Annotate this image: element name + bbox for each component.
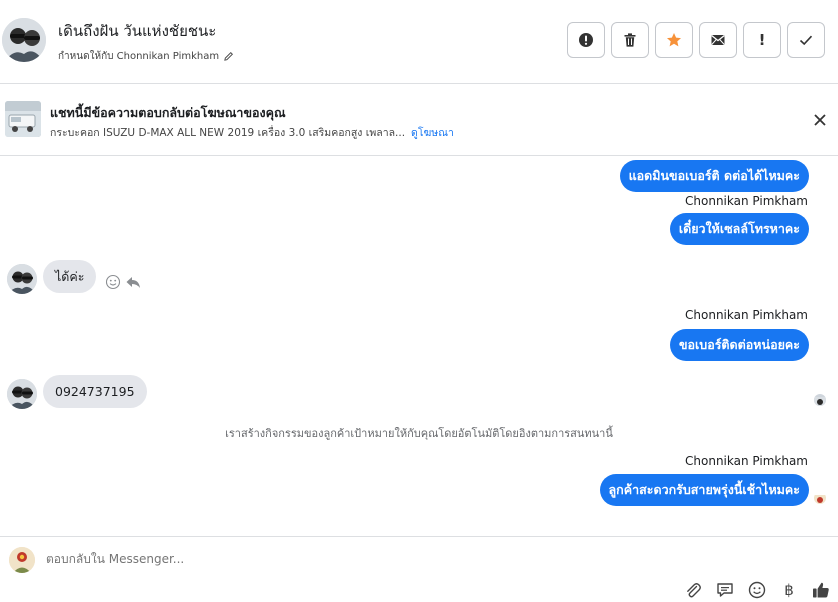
exclamation-icon: ! xyxy=(758,30,766,49)
incoming-message[interactable]: ได้ค่ะ xyxy=(43,260,97,293)
contact-name[interactable]: เดินถึงฝัน วันแห่งชัยชนะ xyxy=(58,19,216,43)
message-thread: แอดมินขอเบอร์ติ ดต่อได้ไหมคะ Chonnikan P… xyxy=(0,156,838,536)
outgoing-message[interactable]: ขอเบอร์ติดต่อหน่อยคะ xyxy=(669,329,809,361)
check-icon xyxy=(799,35,813,46)
page-avatar xyxy=(9,547,35,573)
follow-up-button[interactable]: ! xyxy=(743,22,781,58)
outgoing-message[interactable]: ลูกค้าสะดวกรับสายพรุ่งนี้เช้าไหมคะ xyxy=(599,474,809,506)
ad-description-text: กระบะคอก ISUZU D-MAX ALL NEW 2019 เครื่อ… xyxy=(50,127,406,139)
thumbs-up-icon xyxy=(813,582,829,598)
system-note: เราสร้างกิจกรรมของลูกค้าเป้าหมายให้กับคุ… xyxy=(225,427,613,440)
alert-circle-icon xyxy=(579,33,593,47)
contact-avatar[interactable] xyxy=(2,18,46,62)
baht-icon: ฿ xyxy=(784,580,794,599)
sender-name: Chonnikan Pimkham xyxy=(685,454,808,468)
trash-icon xyxy=(624,33,636,47)
payment-button[interactable]: ฿ xyxy=(780,581,798,599)
conversation-toolbar: ! xyxy=(567,22,825,58)
delete-button[interactable] xyxy=(611,22,649,58)
sender-name: Chonnikan Pimkham xyxy=(685,194,808,208)
pencil-icon[interactable] xyxy=(223,51,234,62)
attach-button[interactable] xyxy=(684,581,702,599)
ad-description: กระบะคอก ISUZU D-MAX ALL NEW 2019 เครื่อ… xyxy=(50,124,454,141)
assigned-to[interactable]: กำหนดให้กับ Chonnikan Pimkham xyxy=(58,49,234,64)
smiley-icon xyxy=(748,581,766,599)
contact-avatar-small[interactable] xyxy=(7,264,37,294)
message-composer: ฿ xyxy=(0,536,838,602)
chat-bubble-icon xyxy=(717,583,733,597)
seen-avatar xyxy=(814,492,826,504)
mark-unread-button[interactable] xyxy=(699,22,737,58)
sender-name: Chonnikan Pimkham xyxy=(685,308,808,322)
outgoing-message[interactable]: แอดมินขอเบอร์ติ ดต่อได้ไหมคะ xyxy=(619,160,809,192)
paperclip-icon xyxy=(687,583,701,598)
star-button[interactable] xyxy=(655,22,693,58)
reply-input[interactable] xyxy=(46,552,746,566)
assigned-label: กำหนดให้กับ Chonnikan Pimkham xyxy=(58,51,220,62)
mark-done-button[interactable] xyxy=(787,22,825,58)
outgoing-message[interactable]: เดี๋ยวให้เซลล์โทรหาคะ xyxy=(669,213,809,245)
envelope-icon xyxy=(711,35,725,45)
star-icon xyxy=(667,33,681,47)
mark-spam-button[interactable] xyxy=(567,22,605,58)
seen-avatar xyxy=(814,394,826,406)
view-ad-link[interactable]: ดูโฆษณา xyxy=(411,127,454,139)
conversation-header: เดินถึงฝัน วันแห่งชัยชนะ กำหนดให้กับ Cho… xyxy=(0,0,838,84)
composer-toolbar: ฿ xyxy=(684,581,830,599)
emoji-react-icon[interactable] xyxy=(105,274,121,290)
saved-replies-button[interactable] xyxy=(716,581,734,599)
emoji-button[interactable] xyxy=(748,581,766,599)
like-button[interactable] xyxy=(812,581,830,599)
reply-icon[interactable] xyxy=(125,274,141,290)
ad-banner-title: แชทนี้มีข้อความตอบกลับต่อโฆษณาของคุณ xyxy=(50,105,286,120)
close-icon[interactable] xyxy=(812,112,828,128)
contact-avatar-small[interactable] xyxy=(7,379,37,409)
ad-thumbnail[interactable] xyxy=(5,101,41,137)
ad-reply-banner: แชทนี้มีข้อความตอบกลับต่อโฆษณาของคุณ กระ… xyxy=(0,84,838,156)
message-actions xyxy=(105,274,141,290)
incoming-message[interactable]: 0924737195 xyxy=(43,375,147,408)
